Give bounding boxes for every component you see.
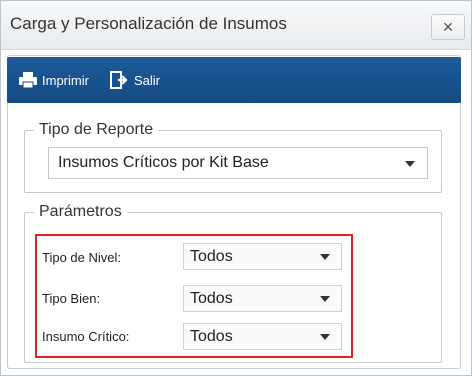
critical-input-label: Insumo Crítico:: [42, 329, 130, 344]
report-type-legend: Tipo de Reporte: [39, 121, 154, 138]
asset-type-select[interactable]: Todos: [183, 285, 342, 312]
critical-input-select[interactable]: Todos: [183, 323, 342, 350]
level-type-label: Tipo de Nivel:: [42, 250, 121, 265]
close-button[interactable]: ×: [431, 14, 465, 40]
toolbar: Imprimir Salir: [7, 57, 461, 103]
level-type-value: Todos: [190, 248, 233, 265]
report-type-select[interactable]: Insumos Críticos por Kit Base: [48, 147, 428, 179]
print-button[interactable]: Imprimir: [18, 70, 89, 90]
chevron-down-icon: [320, 334, 330, 340]
level-type-select[interactable]: Todos: [183, 243, 342, 270]
exit-icon: [110, 71, 128, 89]
asset-type-label: Tipo Bien:: [42, 291, 101, 306]
window-title: Carga y Personalización de Insumos: [10, 14, 287, 33]
chevron-down-icon: [405, 161, 415, 167]
exit-label: Salir: [134, 72, 161, 88]
asset-type-value: Todos: [190, 290, 233, 307]
close-icon: ×: [442, 17, 454, 37]
parameters-legend: Parámetros: [39, 203, 122, 220]
report-type-value: Insumos Críticos por Kit Base: [58, 154, 269, 171]
print-label: Imprimir: [42, 72, 89, 88]
exit-button[interactable]: Salir: [110, 70, 160, 90]
printer-icon: [19, 72, 37, 89]
title-bar[interactable]: Carga y Personalización de Insumos ×: [1, 1, 471, 50]
critical-input-value: Todos: [190, 328, 233, 345]
chevron-down-icon: [320, 296, 330, 302]
chevron-down-icon: [320, 254, 330, 260]
